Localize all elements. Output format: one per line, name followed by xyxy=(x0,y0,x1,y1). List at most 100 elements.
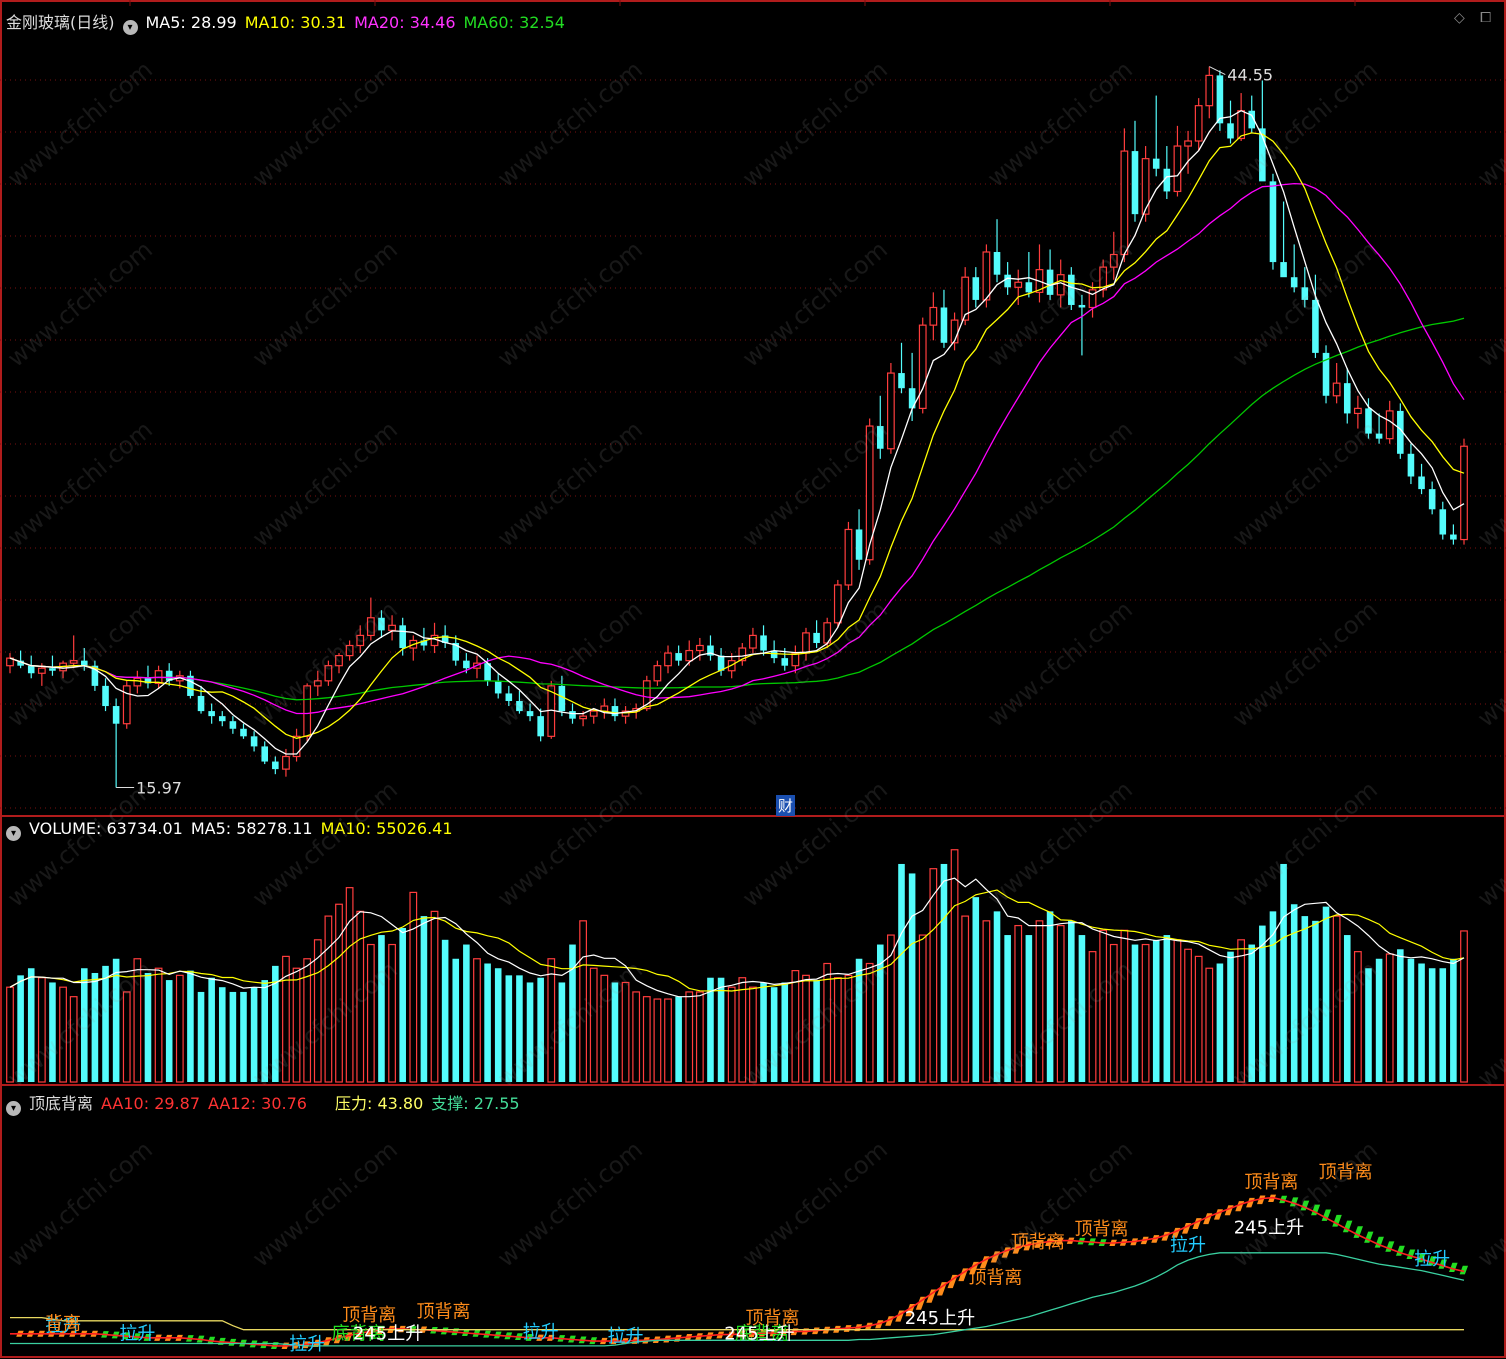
candle-body xyxy=(1109,253,1118,268)
candle-body xyxy=(887,372,895,450)
diamond-icon[interactable]: ◇ xyxy=(1454,10,1465,26)
volume-bar xyxy=(898,863,905,1082)
candle-body xyxy=(69,660,78,664)
volume-bar xyxy=(1014,924,1023,1083)
candle-body xyxy=(102,685,109,707)
volume-bar xyxy=(791,970,800,1083)
volume-bar xyxy=(122,991,131,1083)
volume-bar xyxy=(813,980,820,1082)
candle-body xyxy=(1290,277,1298,288)
volume-bar xyxy=(1205,967,1214,1083)
candle-body xyxy=(537,716,544,737)
volume-bar xyxy=(802,974,810,1083)
volume-bar xyxy=(664,998,672,1083)
ma60-label: MA60: 32.54 xyxy=(463,13,565,32)
volume-bar xyxy=(494,968,502,1082)
candle-body xyxy=(589,710,598,717)
volume-bar xyxy=(1353,951,1362,1083)
volume-bar xyxy=(727,986,736,1083)
volume-bar xyxy=(950,849,959,1083)
candle-body xyxy=(855,529,863,560)
volume-bar xyxy=(420,916,428,1082)
volume-bar xyxy=(91,972,99,1082)
volume-bar xyxy=(505,975,513,1082)
support-label: 支撑: 27.55 xyxy=(431,1094,520,1113)
volume-bar xyxy=(250,987,258,1082)
volume-bar xyxy=(1099,929,1108,1083)
candle-body xyxy=(611,706,619,717)
volume-bar xyxy=(738,977,747,1083)
volume-bar xyxy=(112,958,120,1082)
volume-bar xyxy=(632,991,641,1083)
volume-pane-header: ▾ VOLUME: 63734.01 MA5: 58278.11 MA10: 5502… xyxy=(6,819,461,841)
candle-body xyxy=(335,654,343,667)
candle-body xyxy=(1332,382,1341,397)
chevron-down-icon[interactable]: ▾ xyxy=(6,826,21,841)
candle-body xyxy=(1301,287,1309,300)
volume-bar xyxy=(1248,944,1256,1082)
volume-bar xyxy=(133,958,142,1083)
candle-body xyxy=(813,632,820,643)
volume-bar xyxy=(1004,935,1011,1082)
maximize-icon[interactable]: ⧠ xyxy=(1480,10,1491,26)
high-marker-line xyxy=(1209,66,1226,76)
chevron-down-icon[interactable]: ▾ xyxy=(122,20,138,35)
volume-bar xyxy=(473,958,481,1083)
candle-body xyxy=(345,644,354,657)
volume-bar xyxy=(165,980,173,1082)
volume-ma10-label: MA10: 55026.41 xyxy=(320,819,453,838)
volume-bar xyxy=(844,974,853,1083)
candle-body xyxy=(1407,453,1415,477)
indicator-signal-label: 顶背离 xyxy=(968,1268,1022,1289)
volume-bar xyxy=(240,991,247,1082)
candle-body xyxy=(1056,274,1065,296)
volume-bar xyxy=(218,987,226,1082)
candle-body xyxy=(378,617,385,631)
ma5-label: MA5: 28.99 xyxy=(145,13,237,32)
volume-bar xyxy=(1141,943,1150,1083)
volume-bar xyxy=(1227,951,1234,1082)
volume-bar xyxy=(1035,920,1044,1083)
volume-bar xyxy=(430,910,439,1083)
volume-bar xyxy=(441,939,449,1082)
indicator-signal-label: 245上升 xyxy=(353,1323,423,1344)
volume-bar xyxy=(388,943,396,1083)
volume-bar xyxy=(1109,943,1118,1083)
volume-bar xyxy=(154,967,163,1083)
volume-bar xyxy=(600,974,609,1083)
volume-bar xyxy=(27,968,35,1082)
volume-bar xyxy=(292,967,301,1083)
candle-body xyxy=(1078,304,1086,308)
candle-body xyxy=(1428,489,1436,510)
volume-bar xyxy=(589,967,598,1083)
candle-body xyxy=(1184,140,1192,147)
candle-body xyxy=(27,665,35,674)
price-pane-header: 金刚玻璃(日线) ▾ MA5: 28.99 MA10: 30.31 MA20: 34.4… xyxy=(6,9,573,35)
volume-bar xyxy=(187,970,194,1082)
indicator-signal-label: 拉升 xyxy=(523,1322,559,1343)
volume-bar xyxy=(144,972,152,1082)
volume-bar xyxy=(993,911,1001,1082)
candle-body xyxy=(865,425,874,561)
volume-bar xyxy=(1194,955,1203,1083)
chevron-down-icon[interactable]: ▾ xyxy=(6,1101,21,1116)
volume-bar xyxy=(452,958,460,1082)
indicator-signal-label: 245上升 xyxy=(905,1308,975,1329)
volume-bar xyxy=(770,987,778,1082)
candle-body xyxy=(463,660,470,669)
candle-body xyxy=(929,306,938,326)
volume-bar xyxy=(569,944,576,1082)
candle-body xyxy=(1385,410,1394,440)
volume-bar xyxy=(685,991,694,1083)
candle-body xyxy=(218,716,226,722)
finance-marker[interactable]: 财 xyxy=(776,795,796,816)
volume-bar xyxy=(918,934,927,1083)
volume-bar xyxy=(547,958,556,1083)
candle-body xyxy=(664,652,672,667)
candle-body xyxy=(303,685,312,737)
volume-bar xyxy=(324,915,333,1083)
candle-body xyxy=(505,693,513,702)
candle-body xyxy=(494,680,502,694)
candle-body xyxy=(1194,105,1203,142)
candle-body xyxy=(37,667,46,674)
